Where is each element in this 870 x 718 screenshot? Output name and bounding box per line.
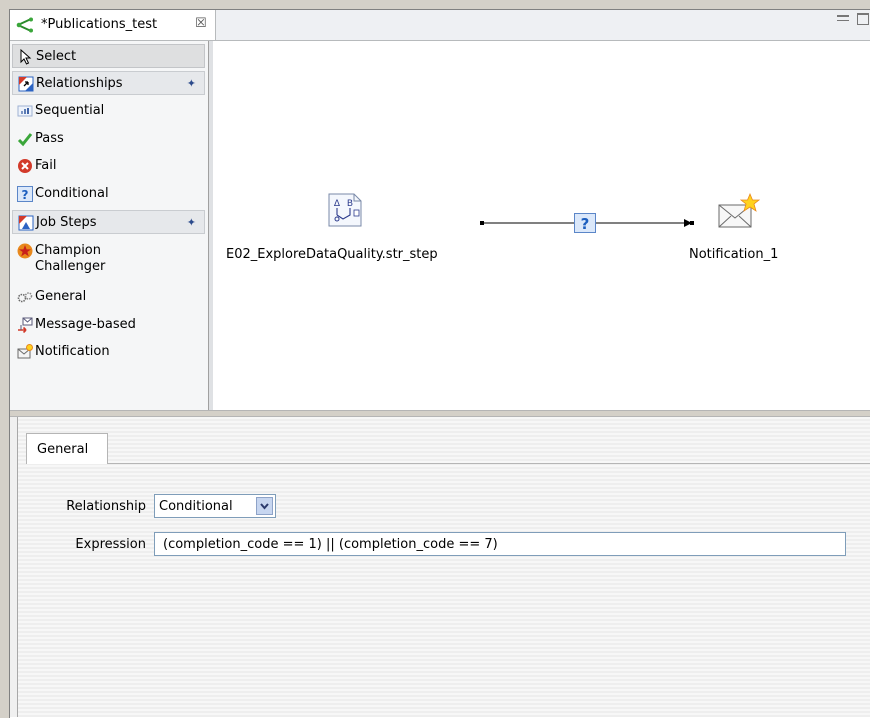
- checkmark-icon: [17, 133, 33, 147]
- palette-select-label: Select: [36, 49, 77, 64]
- palette-item-champion-label-1: Champion: [35, 243, 102, 258]
- palette-select-tool[interactable]: Select: [12, 44, 205, 68]
- diagram-canvas[interactable]: Δ B ? E02_ExploreDataQuality.str_step No…: [214, 41, 870, 419]
- star-icon: [17, 243, 33, 259]
- editor-tab-strip: *Publications_test ☒: [10, 10, 870, 41]
- editor-tab[interactable]: *Publications_test ☒: [10, 10, 216, 40]
- relationship-label: Relationship: [66, 499, 146, 514]
- properties-content: General Relationship Conditional Express…: [17, 417, 870, 717]
- palette-item-pass-label: Pass: [35, 131, 64, 146]
- palette-drawer-relationships[interactable]: Relationships ✦: [12, 71, 205, 95]
- workflow-step-icon[interactable]: Δ B: [328, 193, 362, 227]
- palette-item-champion-label-2: Challenger: [35, 259, 106, 274]
- minimize-icon[interactable]: [837, 15, 849, 21]
- relationship-select[interactable]: Conditional: [154, 494, 276, 518]
- tab-general[interactable]: General: [26, 433, 108, 464]
- tab-general-label: General: [37, 442, 89, 457]
- palette-item-sequential[interactable]: Sequential: [12, 99, 205, 123]
- fail-x-icon: [18, 159, 32, 173]
- palette-scrollbar[interactable]: [209, 41, 213, 419]
- relationships-drawer-icon: [18, 76, 34, 92]
- palette-item-message-based-label: Message-based: [35, 317, 136, 332]
- palette-item-champion-challenger[interactable]: Champion Challenger: [12, 239, 205, 283]
- palette-item-pass[interactable]: Pass: [12, 127, 205, 151]
- palette: Select Relationships ✦ Sequential Pass F…: [10, 41, 209, 419]
- relationship-select-value: Conditional: [159, 499, 233, 514]
- svg-text:?: ?: [22, 188, 29, 202]
- svg-text:Δ: Δ: [334, 199, 341, 209]
- question-mark-icon: ?: [17, 186, 33, 202]
- expression-label: Expression: [75, 537, 146, 552]
- palette-drawer-job-steps-label: Job Steps: [36, 215, 97, 230]
- palette-item-notification[interactable]: Notification: [12, 340, 205, 364]
- tab-divider: [108, 463, 870, 464]
- expression-field-value: (completion_code == 1) || (completion_co…: [163, 537, 498, 552]
- target-node-label[interactable]: Notification_1: [689, 247, 778, 262]
- svg-text:B: B: [347, 199, 353, 209]
- sequential-icon: [17, 105, 33, 117]
- palette-item-general[interactable]: General: [12, 285, 205, 309]
- process-flow-icon: [16, 17, 33, 33]
- maximize-icon[interactable]: [857, 13, 869, 25]
- palette-item-conditional-label: Conditional: [35, 186, 109, 201]
- gears-icon: [17, 292, 33, 303]
- envelope-icon: [17, 344, 33, 359]
- palette-item-fail[interactable]: Fail: [12, 154, 205, 178]
- palette-item-notification-label: Notification: [35, 344, 110, 359]
- notification-envelope-icon[interactable]: [718, 192, 761, 228]
- window-controls: [831, 13, 870, 27]
- message-icon: [18, 317, 33, 333]
- palette-item-sequential-label: Sequential: [35, 103, 105, 118]
- conditional-marker-icon[interactable]: ?: [574, 213, 596, 234]
- pin-icon[interactable]: ✦: [187, 77, 196, 90]
- palette-drawer-job-steps[interactable]: Job Steps ✦: [12, 210, 205, 234]
- properties-panel: General Relationship Conditional Express…: [10, 416, 870, 717]
- expression-field[interactable]: (completion_code == 1) || (completion_co…: [154, 532, 846, 556]
- palette-item-message-based[interactable]: Message-based: [12, 313, 205, 337]
- close-icon[interactable]: ☒: [195, 16, 207, 31]
- job-steps-drawer-icon: [18, 215, 34, 231]
- arrow-cursor-icon: [20, 49, 32, 65]
- editor-frame: *Publications_test ☒ Select Relationship…: [9, 9, 870, 718]
- palette-item-fail-label: Fail: [35, 158, 57, 173]
- chevron-down-icon[interactable]: [256, 497, 273, 515]
- editor-tab-title: *Publications_test: [41, 17, 158, 32]
- palette-item-conditional[interactable]: ? Conditional: [12, 182, 205, 206]
- source-node-label[interactable]: E02_ExploreDataQuality.str_step: [226, 247, 438, 262]
- palette-drawer-relationships-label: Relationships: [36, 76, 123, 91]
- pin-icon[interactable]: ✦: [187, 216, 196, 229]
- diagram-surface: Δ B ?: [328, 192, 761, 234]
- conditional-marker-text: ?: [581, 215, 590, 233]
- palette-item-general-label: General: [35, 289, 87, 304]
